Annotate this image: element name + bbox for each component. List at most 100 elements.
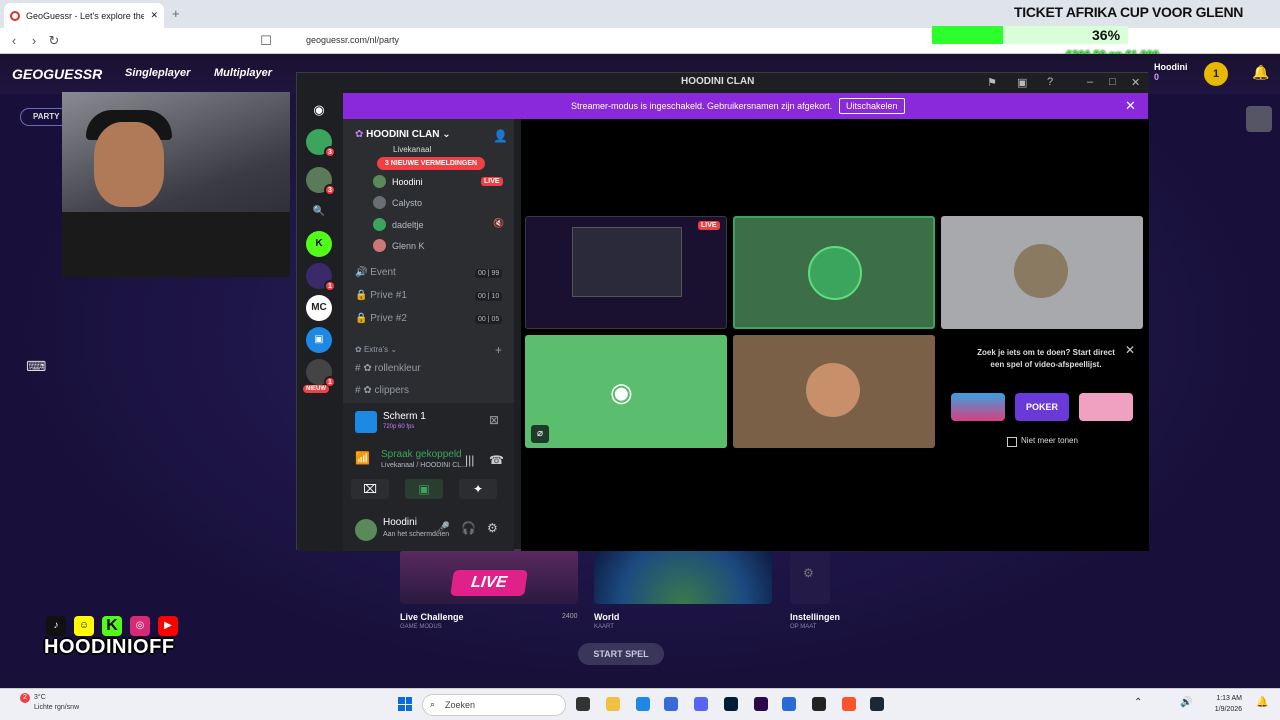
maximize-icon[interactable]: □ — [1109, 76, 1116, 88]
server-3[interactable]: 1 — [306, 263, 336, 292]
game-tile[interactable] — [1079, 393, 1133, 421]
card-settings[interactable]: ⚙ — [790, 550, 830, 604]
stream-tile[interactable]: LIVE — [525, 216, 727, 329]
flag-icon[interactable]: ⚑ — [987, 76, 997, 89]
help-icon[interactable]: ? — [1047, 76, 1053, 88]
taskview-icon[interactable] — [576, 697, 590, 711]
share-screen-button[interactable]: ▣ — [405, 479, 443, 499]
mic-icon[interactable]: 🎤 — [435, 521, 450, 535]
participant-tile[interactable]: ◉ ⌀ — [525, 335, 727, 448]
disable-streamer-mode-button[interactable]: Uitschakelen — [839, 98, 905, 114]
minimize-icon[interactable]: – — [1087, 76, 1093, 88]
current-channel[interactable]: Livekanaal — [393, 145, 431, 154]
server-mc[interactable]: MC — [306, 295, 332, 321]
forward-icon[interactable]: › — [26, 33, 42, 48]
signal-icon: 📶 — [355, 451, 370, 465]
taskbar-search[interactable]: Zoeken — [422, 694, 566, 716]
nav-multiplayer[interactable]: Multiplayer — [214, 67, 272, 79]
avatar[interactable] — [1246, 106, 1272, 132]
server-shop[interactable]: ▣ — [306, 327, 332, 353]
server-hoodini-clan[interactable]: 3 — [306, 167, 336, 196]
avatar[interactable] — [355, 519, 377, 541]
voice-user[interactable]: Hoodini — [373, 175, 423, 188]
activities-button[interactable]: ✦ — [459, 479, 497, 499]
text-channel[interactable]: # ✿ clippers — [355, 385, 409, 396]
taskbar-clock[interactable]: 1:13 AM 1/9/2026 — [1206, 693, 1242, 715]
geo-user[interactable]: Hoodini 0 — [1154, 62, 1188, 82]
reload-icon[interactable]: ↻ — [46, 33, 62, 49]
voice-channel[interactable]: 🔒 Prive #2 — [355, 313, 407, 324]
screen-title[interactable]: Scherm 1 — [383, 411, 426, 422]
voice-channel[interactable]: 🔊 Event — [355, 267, 396, 278]
start-game-button[interactable]: START SPEL — [578, 643, 664, 665]
stop-screen-icon[interactable]: ⊠ — [489, 413, 499, 427]
new-tab-icon[interactable]: + — [172, 6, 180, 21]
activity-suggestion: Zoek je iets om te doen? Start direct ee… — [941, 339, 1143, 451]
banner-close-icon[interactable]: ✕ — [1125, 98, 1136, 114]
voice-user[interactable]: Glenn K — [373, 239, 425, 252]
brave-icon[interactable] — [842, 697, 856, 711]
game-tile[interactable] — [951, 393, 1005, 421]
card-world[interactable] — [594, 550, 772, 604]
brand-name: HOODINIOFF — [44, 636, 175, 658]
back-icon[interactable]: ‹ — [6, 33, 22, 48]
store-icon[interactable] — [636, 697, 650, 711]
notification-bell-icon[interactable]: 🔔 — [1256, 697, 1268, 708]
tray-chevron-icon[interactable]: ⌃ — [1134, 697, 1142, 708]
obs-icon[interactable] — [812, 697, 826, 711]
tab-close-icon[interactable]: ✕ — [150, 10, 158, 21]
weather-widget[interactable]: 3°C Lichte rgn/snw — [34, 693, 79, 713]
dm-icon[interactable]: 3 — [306, 129, 336, 158]
explorer-icon[interactable] — [606, 697, 620, 711]
inbox-icon[interactable]: ▣ — [1017, 76, 1027, 89]
windows-start-icon[interactable] — [398, 697, 412, 711]
volume-icon[interactable]: 🔊 — [1180, 697, 1192, 708]
explore-icon[interactable]: 🔍 — [306, 199, 332, 225]
participant-tile[interactable] — [733, 216, 935, 329]
noise-icon[interactable]: ||| — [465, 453, 474, 467]
steam-icon[interactable] — [870, 697, 884, 711]
app-icon[interactable] — [664, 697, 678, 711]
activity-close-icon[interactable]: ✕ — [1125, 343, 1135, 357]
headphones-icon[interactable]: 🎧 — [461, 521, 476, 535]
participant-tile[interactable] — [941, 216, 1143, 329]
geoguessr-logo[interactable]: GEOGUESSR — [12, 66, 102, 82]
coin-icon[interactable]: 1 — [1204, 62, 1228, 86]
add-channel-icon[interactable]: + — [495, 343, 502, 357]
server-kick[interactable]: K — [306, 231, 332, 257]
app-icon[interactable] — [782, 697, 796, 711]
browser-tab[interactable]: GeoGuessr - Let's explore the world ✕ — [4, 3, 164, 28]
participant-tile[interactable] — [733, 335, 935, 448]
card-sub: GAME MODUS — [400, 624, 442, 630]
voice-user[interactable]: dadeltje — [373, 218, 424, 231]
discord-taskbar-icon[interactable] — [694, 697, 708, 711]
close-icon[interactable]: ✕ — [1131, 76, 1140, 89]
dont-show-checkbox[interactable] — [1007, 437, 1017, 447]
voice-user[interactable]: Calysto — [373, 196, 422, 209]
nav-singleplayer[interactable]: Singleplayer — [125, 67, 190, 79]
new-mentions-badge[interactable]: 3 NIEUWE VERMELDINGEN — [377, 157, 485, 170]
user-name[interactable]: Hoodini — [383, 517, 417, 528]
server-icon: ✿ — [355, 129, 364, 140]
bell-icon[interactable]: 🔔 — [1252, 64, 1269, 81]
muted-icon: ⌀ — [531, 425, 549, 443]
camera-button[interactable]: ⌧ — [351, 479, 389, 499]
voice-status[interactable]: Spraak gekoppeld — [381, 449, 462, 460]
category-extras[interactable]: ✿ Extra's ⌄ — [355, 345, 397, 354]
geoguessr-favicon-icon — [10, 10, 20, 21]
settings-gear-icon[interactable]: ⚙ — [487, 521, 498, 535]
server-name[interactable]: ✿ HOODINI CLAN ⌄ — [355, 129, 451, 140]
url-field[interactable]: geoguessr.com/nl/party — [286, 31, 906, 49]
server-4[interactable]: 1 — [306, 359, 336, 388]
overlay-title: TICKET AFRIKA CUP VOOR GLENN — [1014, 4, 1244, 20]
game-tile-poker[interactable]: POKER — [1015, 393, 1069, 421]
premiere-icon[interactable] — [754, 697, 768, 711]
text-channel[interactable]: # ✿ rollenkleur — [355, 363, 421, 374]
discord-home-icon[interactable]: ◉ — [306, 97, 332, 123]
add-member-icon[interactable]: 👤 — [493, 129, 508, 143]
disconnect-icon[interactable]: ☎ — [489, 453, 504, 467]
photoshop-icon[interactable] — [724, 697, 738, 711]
bookmark-icon[interactable]: ☐ — [258, 33, 274, 49]
chat-icon[interactable]: ⌨ — [26, 358, 46, 375]
voice-channel[interactable]: 🔒 Prive #1 — [355, 290, 407, 301]
